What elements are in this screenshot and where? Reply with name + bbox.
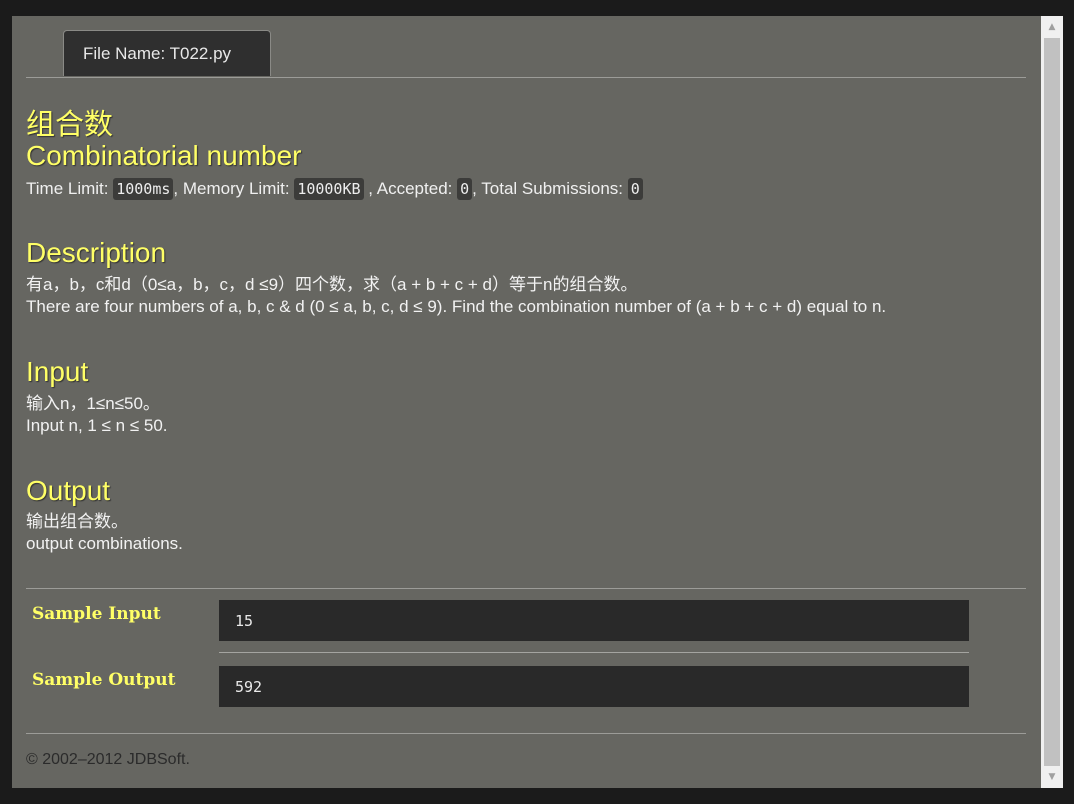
tab-divider (26, 77, 1026, 78)
footer-divider (26, 733, 1026, 734)
scroll-down-arrow-icon[interactable]: ▼ (1041, 768, 1063, 786)
sample-separator (219, 652, 969, 653)
sample-input-box[interactable]: 15 (219, 600, 969, 641)
input-en: Input n, 1 ≤ n ≤ 50. (26, 416, 168, 435)
accepted-value: 0 (457, 178, 473, 200)
output-cn: 输出组合数。 (26, 512, 128, 531)
problem-content: File Name: T022.py 组合数 Combinatorial num… (12, 16, 1041, 788)
window-frame-right (1063, 0, 1074, 804)
copyright-footer: © 2002–2012 JDBSoft. (26, 751, 190, 768)
submissions-label: , Total Submissions: (472, 179, 628, 198)
scroll-up-arrow-icon[interactable]: ▲ (1041, 18, 1063, 36)
sample-input-label: Sample Input (32, 604, 161, 624)
description-cn: 有a，b，c和d（0≤a，b，c，d ≤9）四个数，求（a + b + c + … (26, 275, 638, 294)
file-name-tab[interactable]: File Name: T022.py (63, 30, 271, 76)
output-en: output combinations. (26, 534, 183, 553)
sample-output-box[interactable]: 592 (219, 666, 969, 707)
scroll-thumb[interactable] (1044, 38, 1060, 766)
file-name-label: File Name: T022.py (83, 43, 232, 63)
window-frame-top (0, 0, 1074, 16)
memory-limit-value: 10000KB (294, 178, 364, 200)
window-frame-bottom (0, 788, 1074, 804)
problem-title-en: Combinatorial number (26, 140, 302, 171)
sample-input-value: 15 (235, 611, 254, 630)
vertical-scrollbar[interactable]: ▲ ▼ (1041, 16, 1063, 788)
sample-output-label: Sample Output (32, 670, 176, 690)
memory-limit-label: , Memory Limit: (173, 179, 295, 198)
sample-divider (26, 588, 1026, 589)
limits-line: Time Limit: 1000ms, Memory Limit: 10000K… (26, 176, 643, 202)
problem-title-cn: 组合数 (26, 107, 114, 141)
submissions-value: 0 (627, 178, 643, 200)
sample-output-value: 592 (235, 677, 263, 696)
dialog-window: File Name: T022.py 组合数 Combinatorial num… (0, 0, 1074, 804)
description-heading: Description (26, 237, 167, 268)
input-cn: 输入n，1≤n≤50。 (26, 394, 160, 413)
description-en: There are four numbers of a, b, c & d (0… (26, 297, 887, 316)
window-frame-left (0, 0, 12, 804)
time-limit-value: 1000ms (113, 178, 174, 200)
time-limit-label: Time Limit: (26, 179, 114, 198)
accepted-label: , Accepted: (363, 179, 458, 198)
input-heading: Input (26, 356, 89, 387)
output-heading: Output (26, 475, 111, 506)
